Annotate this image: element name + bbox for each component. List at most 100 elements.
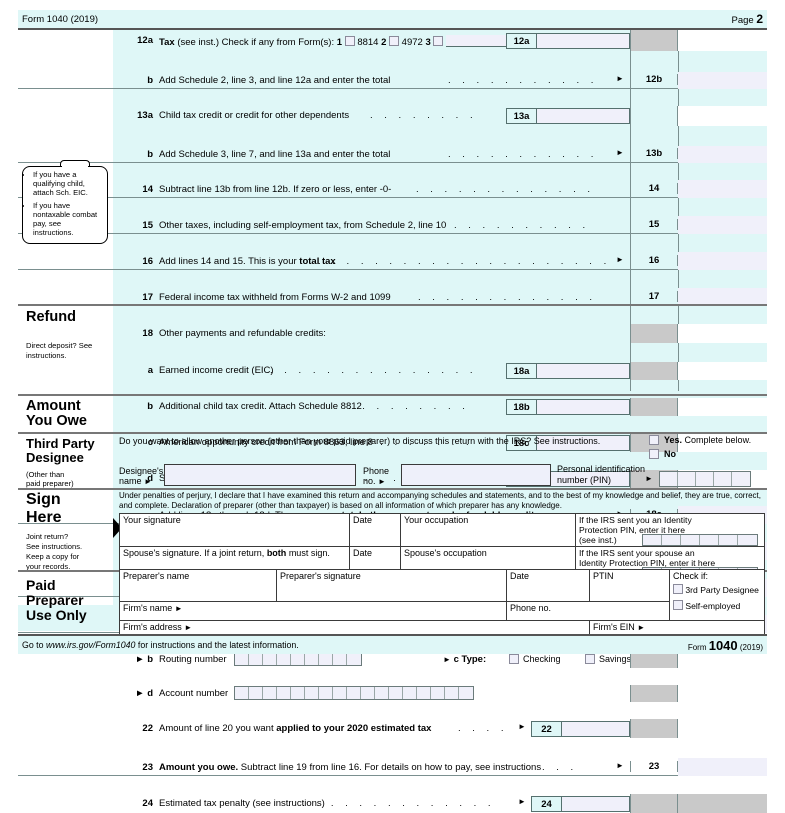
line-18b-number: b bbox=[147, 401, 153, 412]
firm-phone-cell[interactable]: Phone no. bbox=[506, 601, 670, 621]
designee-phone-arrow-icon: ► bbox=[378, 477, 386, 486]
spouse-signature-label: Spouse's signature. If a joint return, b… bbox=[123, 548, 330, 558]
preparer-self-employed-label: Self-employed bbox=[685, 601, 741, 611]
savings-checkbox[interactable] bbox=[585, 654, 595, 664]
line-18-description: Other payments and refundable credits: bbox=[159, 328, 326, 339]
line-12a-instruction: (see inst.) Check if any from Form(s): bbox=[177, 37, 335, 48]
account-type-arrow-icon: ► bbox=[443, 655, 451, 664]
line-17-number: 17 bbox=[142, 292, 153, 303]
preparer-ptin-cell[interactable]: PTIN bbox=[589, 569, 670, 602]
page-header: Form 1040 (2019) Page 2 bbox=[18, 10, 767, 28]
line-18a-number: a bbox=[147, 365, 153, 376]
line-17-description: Federal income tax withheld from Forms W… bbox=[159, 292, 391, 303]
third-party-yes-label: Yes. Complete below. bbox=[664, 435, 751, 445]
line-24-numcol-spacer bbox=[630, 794, 678, 813]
page-number: 2 bbox=[756, 12, 763, 26]
line-16-number: 16 bbox=[142, 256, 153, 267]
checking-label: Checking bbox=[523, 654, 561, 664]
account-number-line-label: ► d bbox=[135, 688, 153, 699]
line-18a-amtcol-spacer bbox=[678, 362, 767, 380]
identity-pin-input[interactable] bbox=[642, 534, 758, 546]
designee-phone-input[interactable] bbox=[401, 464, 551, 486]
account-numcol-spacer bbox=[630, 685, 678, 702]
account-number-input[interactable] bbox=[234, 686, 474, 700]
form-8814-checkbox[interactable] bbox=[344, 36, 355, 46]
line-18a-amount-input[interactable] bbox=[537, 364, 629, 378]
form-other-checkbox[interactable] bbox=[433, 36, 444, 46]
preparer-3rd-party-checkbox[interactable] bbox=[673, 584, 683, 594]
line-24-row: 24 Estimated tax penalty (see instructio… bbox=[18, 794, 767, 813]
line-13a-description: Child tax credit or credit for other dep… bbox=[159, 110, 350, 121]
your-occupation-cell[interactable]: Your occupation bbox=[400, 513, 576, 547]
footer-goto-pre: Go to bbox=[22, 640, 46, 650]
line-22-description: Amount of line 20 you want applied to yo… bbox=[159, 723, 431, 734]
line-12a-amount-input[interactable] bbox=[537, 34, 629, 48]
third-party-designee-option[interactable]: 3rd Party Designee bbox=[673, 584, 761, 595]
line-23-number: 23 bbox=[142, 762, 153, 773]
checking-checkbox[interactable] bbox=[509, 654, 519, 664]
line-23-dots: . . . bbox=[542, 762, 578, 773]
line-12a-tax-label: Tax bbox=[159, 37, 175, 48]
line-15-row: 15 Other taxes, including self-employmen… bbox=[18, 216, 767, 234]
account-number-label: Account number bbox=[159, 688, 229, 699]
line-24-dots: . . . . . . . . . . . . . . . bbox=[288, 798, 496, 809]
routing-number-input[interactable] bbox=[234, 652, 362, 666]
page-label: Page bbox=[731, 15, 754, 26]
preparer-date-cell[interactable]: Date bbox=[506, 569, 590, 602]
preparer-self-employed-checkbox[interactable] bbox=[673, 600, 683, 610]
line-18-numcol-spacer bbox=[630, 324, 678, 343]
line-16-dots: . . . . . . . . . . . . . . . . . . . . … bbox=[318, 256, 611, 267]
line-15-amount-input[interactable] bbox=[678, 216, 767, 234]
signature-date-cell[interactable]: Date bbox=[349, 513, 401, 547]
identity-pin-cell[interactable]: If the IRS sent you an Identity Protecti… bbox=[575, 513, 765, 547]
line-16-description: Add lines 14 and 15. This is your total … bbox=[159, 256, 336, 267]
your-signature-cell[interactable]: Your signature bbox=[119, 513, 350, 547]
spouse-date-label: Date bbox=[353, 548, 373, 558]
line-24-amount-input[interactable] bbox=[562, 797, 629, 811]
third-party-no-checkbox[interactable] bbox=[649, 449, 659, 459]
preparer-signature-cell[interactable]: Preparer's signature bbox=[276, 569, 507, 602]
line-13a-dots: . . . . . . . . bbox=[370, 110, 478, 121]
line-12b-amount-input[interactable] bbox=[678, 72, 767, 89]
firm-name-cell[interactable]: Firm's name ► bbox=[119, 601, 507, 621]
preparer-name-cell[interactable]: Preparer's name bbox=[119, 569, 277, 602]
sign-here-heading-line1: Sign bbox=[26, 491, 61, 508]
line-12a-option-1-number: 1 bbox=[336, 37, 343, 48]
line-22-number: 22 bbox=[142, 723, 153, 734]
line-13a-amount-input[interactable] bbox=[537, 109, 629, 123]
designee-name-input[interactable] bbox=[164, 464, 356, 486]
footer-goto-post: for instructions and the latest informat… bbox=[135, 640, 299, 650]
form-4972-checkbox[interactable] bbox=[389, 36, 400, 46]
form-other-input[interactable] bbox=[446, 35, 507, 47]
account-number-row: ► d Account number bbox=[18, 685, 767, 702]
identity-pin-line1: If the IRS sent you an Identity bbox=[579, 515, 692, 525]
footer-url[interactable]: www.irs.gov/Form1040 bbox=[46, 640, 135, 650]
form-1040-page-2: Form 1040 (2019) Page 2 1 2 a Tax (see ins… bbox=[0, 0, 785, 813]
line-14-amount-input[interactable] bbox=[678, 180, 767, 198]
line-12a-description: Tax (see inst.) Check if any from Form(s… bbox=[159, 35, 507, 48]
amount-owe-heading-line2: You Owe bbox=[26, 413, 87, 429]
footer-goto-text: Go to www.irs.gov/Form1040 for instructi… bbox=[22, 640, 299, 650]
firm-name-label: Firm's name bbox=[123, 603, 173, 613]
line-23-amount-input[interactable] bbox=[678, 758, 767, 776]
line-22-amount-input[interactable] bbox=[562, 722, 629, 736]
spouse-identity-pin-line1: If the IRS sent your spouse an bbox=[579, 548, 695, 558]
third-party-yes-checkbox[interactable] bbox=[649, 435, 659, 445]
line-18a-dots: . . . . . . . . . . . . . . . bbox=[270, 365, 478, 376]
line-13b-amount-input[interactable] bbox=[678, 146, 767, 163]
form-title: Form 1040 (2019) bbox=[22, 13, 99, 25]
designee-pin-input[interactable] bbox=[659, 471, 751, 487]
third-party-yes-bold: Yes. bbox=[664, 435, 683, 445]
line-16-amount-input[interactable] bbox=[678, 252, 767, 270]
savings-label: Savings bbox=[599, 654, 632, 664]
routing-number-line-label: ► b bbox=[135, 654, 153, 665]
self-employed-option[interactable]: Self-employed bbox=[673, 600, 761, 611]
line-23-text: Subtract line 19 from line 16. For detai… bbox=[238, 762, 542, 773]
footer-form-year: (2019) bbox=[739, 642, 763, 652]
line-18b-amount-input[interactable] bbox=[537, 400, 629, 414]
designee-name-label-line2: name ► bbox=[119, 476, 152, 486]
firm-ein-arrow-icon: ► bbox=[637, 623, 646, 632]
line-24-number: 24 bbox=[142, 798, 153, 809]
firm-address-arrow-icon: ► bbox=[184, 623, 193, 632]
line-12b-number: b bbox=[147, 75, 153, 86]
